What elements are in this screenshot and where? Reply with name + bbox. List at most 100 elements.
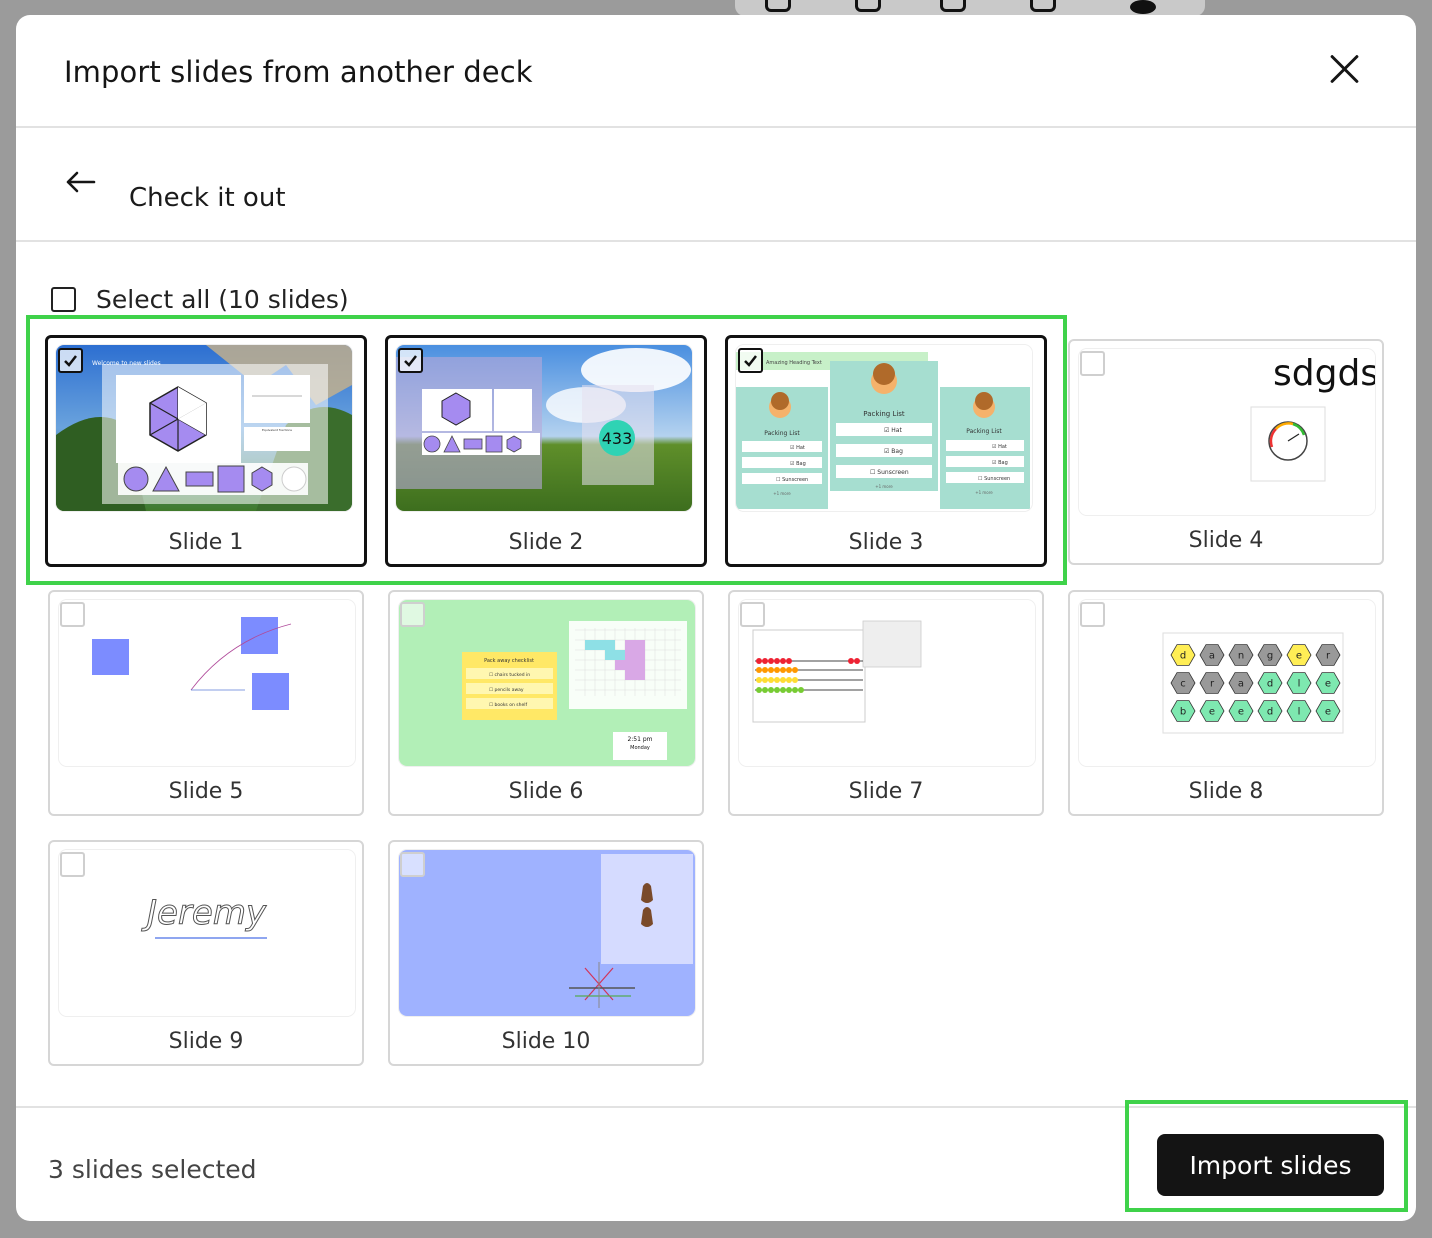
color-swatch-icon — [1130, 0, 1156, 14]
close-icon[interactable] — [1328, 53, 1360, 85]
modal-title: Import slides from another deck — [64, 55, 533, 89]
thumb-text: Equivalent fractions — [262, 428, 292, 432]
slide-card-7[interactable]: Slide 7 — [728, 590, 1044, 816]
slide-thumbnail: dangercradlebeedle — [1079, 600, 1375, 766]
slide-thumbnail: Pack away checklist ☐ chairs tucked in ☐… — [399, 600, 695, 766]
hex-letter: n — [1238, 651, 1244, 662]
slide-checkbox[interactable] — [1080, 351, 1105, 376]
thumb-text: Welcome to new slides — [92, 360, 161, 367]
slide-thumbnail: Jeremy — [59, 850, 355, 1016]
slide-thumbnail — [739, 600, 1035, 766]
deck-name: Check it out — [129, 183, 286, 213]
slide-checkbox[interactable] — [738, 348, 763, 373]
thumb-text: ☐ Sunscreen — [870, 469, 909, 476]
slide-checkbox[interactable] — [58, 348, 83, 373]
slide-label: Slide 9 — [168, 1029, 244, 1054]
slide-thumbnail: Amazing Heading Text Packing List Packin… — [736, 345, 1032, 511]
slide-label: Slide 2 — [508, 530, 584, 555]
shape-tool-icon — [1030, 0, 1056, 12]
import-slides-button[interactable]: Import slides — [1157, 1134, 1384, 1196]
background-toolbar — [735, 0, 1205, 16]
hex-letter: e — [1238, 707, 1244, 718]
slide-card-3[interactable]: Amazing Heading Text Packing List Packin… — [725, 335, 1047, 567]
slide-thumbnail: 433 — [396, 345, 692, 511]
thumb-text: +1 more — [773, 491, 791, 496]
slide-checkbox[interactable] — [60, 852, 85, 877]
pointer-tool-icon — [765, 0, 791, 12]
hex-letter: l — [1298, 679, 1301, 690]
slide-card-6[interactable]: Pack away checklist ☐ chairs tucked in ☐… — [388, 590, 704, 816]
slide-card-10[interactable]: Slide 10 — [388, 840, 704, 1066]
thumb-text: ☑ Hat — [992, 444, 1007, 450]
select-all-label: Select all (10 slides) — [96, 284, 349, 314]
hex-letter: g — [1267, 651, 1273, 662]
deck-breadcrumb: Check it out — [16, 128, 1416, 242]
slide-card-9[interactable]: Jeremy Slide 9 — [48, 840, 364, 1066]
thumb-text: ☑ Hat — [790, 445, 805, 451]
slide-checkbox[interactable] — [740, 602, 765, 627]
thumb-text: Amazing Heading Text — [766, 360, 822, 366]
hex-letter: d — [1180, 651, 1186, 662]
hex-letter: c — [1180, 679, 1186, 690]
thumb-text: ☐ chairs tucked in — [489, 672, 530, 678]
back-arrow-icon[interactable] — [64, 170, 96, 194]
slide-label: Slide 7 — [848, 779, 924, 804]
slide-card-1[interactable]: Equivalent fractions Welcome to new slid… — [45, 335, 367, 567]
hex-letter: l — [1298, 707, 1301, 718]
slide-thumbnail: sdgds — [1079, 349, 1375, 515]
slide-label: Slide 1 — [168, 530, 244, 555]
slide-thumbnail: Equivalent fractions Welcome to new slid… — [56, 345, 352, 511]
thumb-text: ☑ Bag — [884, 448, 903, 455]
hex-letter: d — [1267, 707, 1273, 718]
slide-thumbnail — [59, 600, 355, 766]
slide-checkbox[interactable] — [398, 348, 423, 373]
slide-card-4[interactable]: sdgds Slide 4 — [1068, 339, 1384, 565]
modal-footer: 3 slides selected Import slides — [16, 1106, 1416, 1221]
thumb-text: ☑ Bag — [992, 460, 1008, 466]
slide-label: Slide 5 — [168, 779, 244, 804]
slide-checkbox[interactable] — [1080, 602, 1105, 627]
thumb-text: Packing List — [764, 430, 800, 437]
slide-label: Slide 4 — [1188, 528, 1264, 553]
slide-card-2[interactable]: 433 Slide 2 — [385, 335, 707, 567]
thumb-text: +1 more — [875, 484, 893, 489]
thumb-text: ☑ Hat — [884, 427, 902, 434]
import-slides-modal: Import slides from another deck Check it… — [16, 15, 1416, 1221]
thumb-text: +1 more — [975, 490, 993, 495]
slide-label: Slide 8 — [1188, 779, 1264, 804]
thumb-text: Monday — [630, 745, 650, 751]
slide-label: Slide 10 — [501, 1029, 591, 1054]
hex-letter: e — [1325, 679, 1331, 690]
slide-thumbnail — [399, 850, 695, 1016]
thumb-text: ☐ pencils away — [489, 687, 524, 693]
slide-label: Slide 6 — [508, 779, 584, 804]
hex-letter: a — [1238, 679, 1244, 690]
hex-letter: e — [1325, 707, 1331, 718]
thumb-text: Packing List — [863, 410, 905, 418]
slide-label: Slide 3 — [848, 530, 924, 555]
select-all-box[interactable] — [51, 286, 76, 312]
thumb-text: 2:51 pm — [627, 736, 652, 743]
highlighter-tool-icon — [940, 0, 966, 12]
thumb-text: ☐ Sunscreen — [978, 476, 1010, 482]
hex-letter: d — [1267, 679, 1273, 690]
slide-checkbox[interactable] — [60, 602, 85, 627]
slide-card-8[interactable]: dangercradlebeedle Slide 8 — [1068, 590, 1384, 816]
thumb-text: ☑ Bag — [790, 461, 806, 467]
pen-tool-icon — [855, 0, 881, 12]
thumb-text: ☐ books on shelf — [489, 702, 527, 708]
modal-header: Import slides from another deck — [16, 15, 1416, 128]
thumb-text: Jeremy — [141, 893, 267, 933]
thumb-text: sdgds — [1273, 353, 1375, 394]
hex-letter: e — [1296, 651, 1302, 662]
hex-letter: a — [1209, 651, 1215, 662]
slide-card-5[interactable]: Slide 5 — [48, 590, 364, 816]
hex-letter: b — [1180, 707, 1186, 718]
thumb-text: Packing List — [966, 428, 1002, 435]
hex-letter: e — [1209, 707, 1215, 718]
select-all-checkbox[interactable]: Select all (10 slides) — [51, 283, 349, 315]
selected-count: 3 slides selected — [48, 1155, 257, 1184]
slide-checkbox[interactable] — [400, 602, 425, 627]
slide-checkbox[interactable] — [400, 852, 425, 877]
counter-text: 433 — [602, 429, 633, 448]
